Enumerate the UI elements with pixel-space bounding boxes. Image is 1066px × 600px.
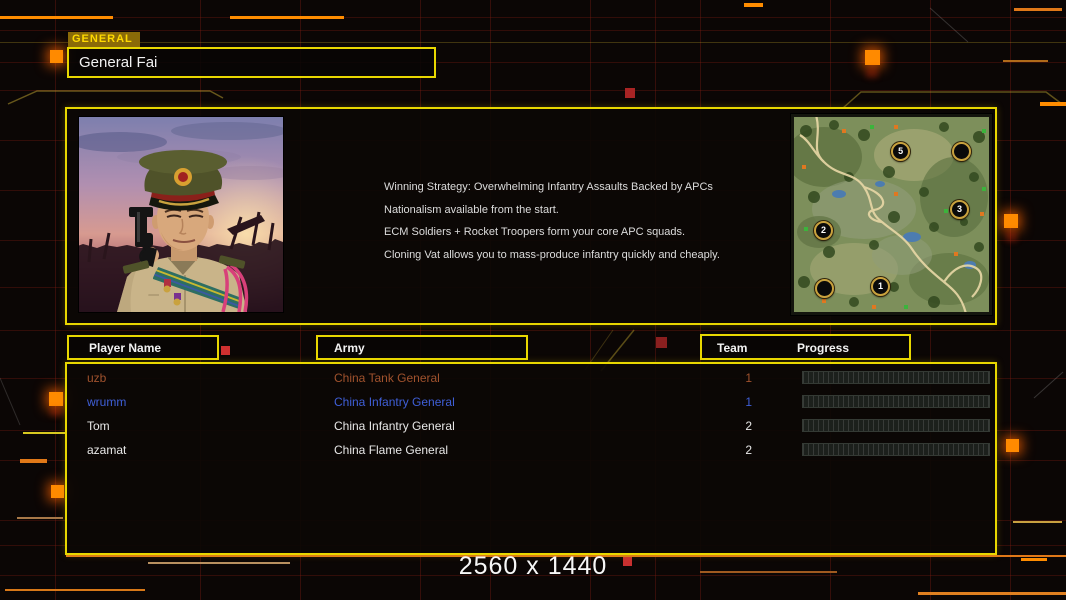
team-header-label: Team bbox=[717, 341, 748, 355]
player-army: China Tank General bbox=[334, 371, 440, 385]
map-preview: 5 3 2 1 bbox=[790, 113, 993, 316]
glow-reflection bbox=[50, 408, 62, 416]
player-row: uzb China Tank General 1 bbox=[67, 367, 995, 391]
glow-square-decoration bbox=[50, 50, 63, 63]
progress-bar bbox=[802, 371, 990, 384]
decoration-dash bbox=[1013, 521, 1062, 523]
decoration-dash bbox=[20, 459, 47, 463]
decoration-dash bbox=[744, 3, 763, 7]
decoration-dash bbox=[5, 589, 145, 591]
red-square-decoration bbox=[221, 346, 230, 355]
progress-header-label: Progress bbox=[797, 341, 850, 355]
glow-square-decoration bbox=[49, 392, 63, 406]
glow-square-decoration bbox=[51, 485, 64, 498]
loading-screen: GENERAL General Fai Winning Strategy: Ov… bbox=[0, 0, 1066, 600]
general-name: General Fai bbox=[79, 54, 158, 71]
player-row: azamat China Flame General 2 bbox=[67, 439, 995, 463]
player-name-header: Player Name bbox=[67, 335, 219, 360]
player-row: wrumm China Infantry General 1 bbox=[67, 391, 995, 415]
glow-reflection bbox=[866, 68, 878, 78]
map-start-marker-2: 2 bbox=[814, 220, 834, 240]
strategy-line: ECM Soldiers + Rocket Troopers form your… bbox=[384, 226, 686, 238]
player-team: 1 bbox=[745, 395, 752, 409]
team-progress-header: Team Progress bbox=[700, 334, 911, 360]
map-start-marker-1: 1 bbox=[870, 277, 890, 297]
player-team: 1 bbox=[745, 371, 752, 385]
decoration-dash bbox=[0, 16, 113, 19]
strategy-line: Cloning Vat allows you to mass-produce i… bbox=[384, 248, 720, 261]
decoration-dash bbox=[17, 517, 63, 519]
glow-square-decoration bbox=[1006, 439, 1019, 452]
strategy-line: Winning Strategy: Overwhelming Infantry … bbox=[384, 181, 713, 193]
general-portrait-art bbox=[79, 117, 283, 312]
decoration-dash bbox=[918, 592, 1066, 595]
player-list-panel: uzb China Tank General 1 wrumm China Inf… bbox=[65, 362, 997, 555]
player-army: China Infantry General bbox=[334, 395, 455, 409]
player-name: wrumm bbox=[87, 395, 127, 409]
player-army: China Infantry General bbox=[334, 419, 455, 433]
general-tab-label: GENERAL bbox=[68, 32, 140, 47]
player-name: Tom bbox=[87, 419, 110, 433]
player-team: 2 bbox=[745, 419, 752, 433]
map-markers: 5 3 2 1 bbox=[794, 117, 989, 312]
progress-bar bbox=[802, 419, 990, 432]
decoration-dash bbox=[1014, 8, 1062, 11]
decoration-dash bbox=[1003, 60, 1048, 62]
progress-bar bbox=[802, 395, 990, 408]
map-start-marker-3: 3 bbox=[949, 200, 969, 220]
glow-square-decoration bbox=[865, 50, 880, 65]
map-start-marker-empty bbox=[951, 141, 971, 161]
map-start-marker-5: 5 bbox=[891, 141, 911, 161]
army-header-label: Army bbox=[334, 341, 365, 355]
decoration-dash bbox=[230, 16, 344, 19]
decoration-dash bbox=[23, 432, 67, 434]
player-row: Tom China Infantry General 2 bbox=[67, 415, 995, 439]
glow-square-decoration bbox=[1004, 214, 1018, 228]
player-army: China Flame General bbox=[334, 443, 449, 457]
general-name-box: General Fai bbox=[67, 47, 436, 78]
decoration-dash bbox=[1040, 102, 1066, 106]
red-square-decoration bbox=[625, 88, 635, 98]
general-portrait bbox=[78, 116, 284, 313]
player-team: 2 bbox=[745, 443, 752, 457]
map-start-marker-empty bbox=[815, 279, 835, 298]
progress-bar bbox=[802, 443, 990, 456]
player-name-header-label: Player Name bbox=[89, 341, 162, 355]
player-name: azamat bbox=[87, 443, 127, 457]
strategy-line: Nationalism available from the start. bbox=[384, 203, 559, 216]
strategy-text: Winning Strategy: Overwhelming Infantry … bbox=[384, 176, 720, 266]
resolution-text: 2560 x 1440 bbox=[458, 552, 608, 580]
player-name: uzb bbox=[87, 371, 107, 385]
red-square-decoration bbox=[656, 337, 667, 348]
glow-reflection bbox=[1006, 231, 1017, 242]
player-rows: uzb China Tank General 1 wrumm China Inf… bbox=[67, 364, 995, 553]
army-header: Army bbox=[316, 335, 528, 360]
